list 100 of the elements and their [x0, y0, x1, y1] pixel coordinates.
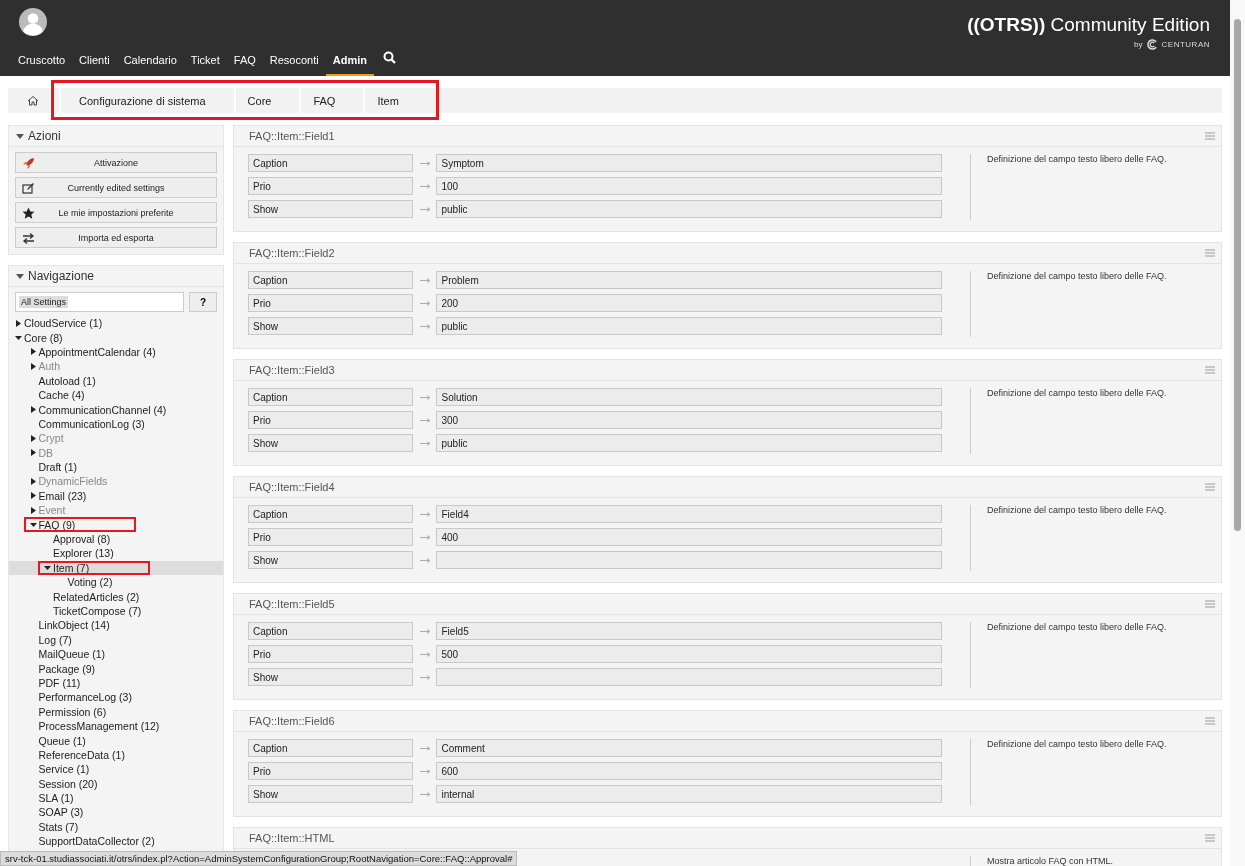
tree-item[interactable]: SupportDataCollector (2) — [38, 835, 155, 848]
key-field[interactable]: Prio — [248, 411, 413, 429]
tree-item[interactable]: ReferenceData (1) — [38, 748, 125, 761]
arrow-icon — [419, 394, 431, 400]
caret-icon[interactable] — [16, 133, 24, 139]
action-button[interactable]: Attivazione — [15, 152, 217, 173]
tree-item[interactable]: CommunicationLog (3) — [38, 417, 145, 430]
key-field[interactable]: Prio — [248, 177, 413, 195]
key-field[interactable]: Show — [248, 317, 413, 335]
tree-item[interactable]: MailQueue (1) — [38, 648, 106, 661]
key-field[interactable]: Prio — [248, 645, 413, 663]
tree-item[interactable]: AppointmentCalendar (4) — [38, 345, 156, 358]
key-field[interactable]: Show — [248, 551, 413, 569]
value-field[interactable]: 600 — [436, 762, 942, 780]
value-field[interactable]: public — [436, 200, 942, 218]
arrow-icon — [419, 651, 431, 657]
key-field[interactable]: Caption — [248, 505, 413, 523]
tree-item[interactable]: Voting (2) — [67, 576, 113, 589]
tree-item[interactable]: ProcessManagement (12) — [38, 720, 160, 733]
tree-item[interactable]: Autoload (1) — [38, 374, 96, 387]
key-field[interactable]: Show — [248, 785, 413, 803]
product-logo: ((OTRS)) Community Edition — [967, 14, 1210, 36]
key-field[interactable]: Caption — [248, 622, 413, 640]
value-field[interactable]: public — [436, 317, 942, 335]
tree-item[interactable]: Package (9) — [38, 662, 96, 675]
nav-tab[interactable]: Cruscotto — [18, 54, 73, 76]
nav-tab[interactable]: Calendario — [116, 54, 184, 76]
caret-icon[interactable] — [16, 273, 24, 279]
tree-item[interactable]: SOAP (3) — [38, 806, 84, 819]
value-field[interactable]: Field4 — [436, 505, 942, 523]
collapsed-arrow-icon[interactable] — [16, 319, 21, 327]
nav-tab[interactable]: Ticket — [183, 54, 227, 76]
tree-item[interactable]: PerformanceLog (3) — [38, 691, 132, 704]
breadcrumb-link[interactable]: FAQ — [301, 88, 366, 113]
value-field[interactable]: 300 — [436, 411, 942, 429]
avatar-icon[interactable] — [18, 8, 48, 36]
value-field[interactable]: public — [436, 434, 942, 452]
expanded-arrow-icon[interactable] — [15, 335, 22, 340]
filter-field[interactable]: All Settings — [15, 292, 184, 312]
key-field[interactable]: Prio — [248, 528, 413, 546]
tree-item[interactable]: TicketCompose (7) — [53, 605, 142, 617]
tree-item[interactable]: RelatedArticles (2) — [53, 590, 140, 603]
tree-item[interactable]: Explorer (13) — [53, 547, 114, 560]
tree-item[interactable]: PDF (11) — [38, 676, 81, 689]
tree-item[interactable]: SLA (1) — [38, 792, 74, 805]
expanded-arrow-icon[interactable] — [29, 522, 37, 527]
key-field[interactable]: Show — [248, 434, 413, 452]
expanded-arrow-icon[interactable] — [44, 565, 51, 570]
value-field[interactable]: Comment — [436, 739, 942, 757]
collapsed-arrow-icon[interactable] — [30, 348, 36, 356]
breadcrumb-link[interactable]: Configurazione di sistema — [67, 88, 236, 113]
key-field[interactable]: Caption — [248, 388, 413, 406]
tree-item[interactable]: CloudService (1) — [24, 317, 103, 330]
tree-item[interactable]: CommunicationChannel (4) — [38, 403, 167, 416]
key-field[interactable]: Prio — [248, 294, 413, 312]
action-button[interactable]: Le mie impostazioni preferite — [15, 202, 217, 223]
help-button[interactable]: ? — [189, 292, 217, 312]
tree-item[interactable]: Service (1) — [38, 763, 90, 776]
tree-item[interactable]: Cache (4) — [38, 389, 85, 402]
tree-item[interactable]: Log (7) — [38, 633, 72, 646]
value-field[interactable] — [436, 668, 942, 686]
value-field[interactable]: Field5 — [436, 622, 942, 640]
arrow-icon — [419, 277, 431, 283]
value-field[interactable]: 500 — [436, 645, 942, 663]
scrollbar[interactable] — [1230, 0, 1245, 866]
nav-tab[interactable]: FAQ — [226, 54, 263, 76]
key-field[interactable]: Show — [248, 200, 413, 218]
key-field[interactable]: Caption — [248, 739, 413, 757]
tree-item[interactable]: Approval (8) — [53, 533, 111, 546]
search-icon[interactable] — [382, 50, 396, 64]
value-field[interactable] — [436, 551, 942, 569]
tree-item[interactable]: Queue (1) — [38, 734, 86, 747]
tree-item[interactable]: LinkObject (14) — [38, 619, 110, 632]
key-field[interactable]: Show — [248, 668, 413, 686]
key-field[interactable]: Prio — [248, 762, 413, 780]
tree-item[interactable]: Session (20) — [38, 777, 98, 790]
value-field[interactable]: 200 — [436, 294, 942, 312]
nav-tab[interactable]: Resoconti — [262, 54, 326, 76]
tree-item[interactable]: Permission (6) — [38, 705, 107, 718]
key-field[interactable]: Caption — [248, 154, 413, 172]
key-field[interactable]: Caption — [248, 271, 413, 289]
action-button[interactable]: Importa ed esporta — [15, 227, 217, 248]
value-field[interactable]: 400 — [436, 528, 942, 546]
breadcrumb-link[interactable]: Core — [235, 88, 302, 113]
value-field[interactable]: Symptom — [436, 154, 942, 172]
value-field[interactable]: 100 — [436, 177, 942, 195]
value-field[interactable]: Solution — [436, 388, 942, 406]
tree-item[interactable]: Email (23) — [38, 489, 87, 502]
value-field[interactable]: Problem — [436, 271, 942, 289]
collapsed-arrow-icon[interactable] — [30, 492, 36, 500]
action-button[interactable]: Currently edited settings — [15, 177, 217, 198]
tree-item[interactable]: Core (8) — [24, 331, 63, 344]
arrow-icon — [419, 160, 431, 166]
value-field[interactable]: internal — [436, 785, 942, 803]
nav-tab[interactable]: Admin — [325, 54, 374, 76]
tree-item[interactable]: Draft (1) — [38, 461, 77, 474]
collapsed-arrow-icon[interactable] — [30, 406, 36, 414]
tree-item[interactable]: Stats (7) — [38, 820, 79, 833]
nav-tab[interactable]: Clienti — [72, 54, 117, 76]
breadcrumb-link[interactable]: Item — [365, 88, 427, 113]
